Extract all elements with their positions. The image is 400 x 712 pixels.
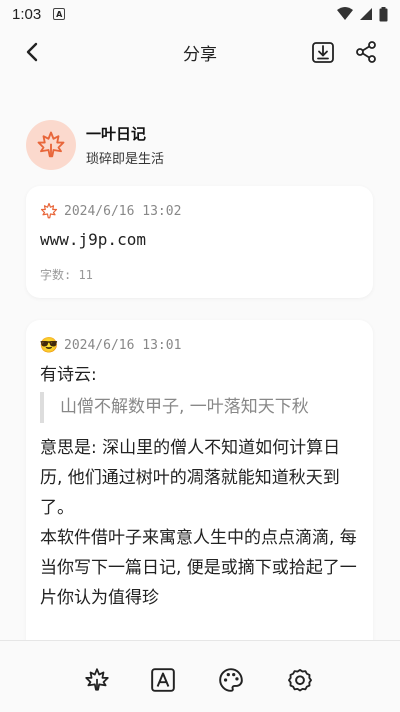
- entry-paragraph: 本软件借叶子来寓意人生中的点点滴滴, 每当你写下一篇日记, 便是或摘下或拾起了一…: [40, 528, 357, 608]
- palette-icon: [219, 668, 243, 692]
- avatar: [26, 120, 76, 170]
- entry-date: 2024/6/16 13:02: [64, 203, 182, 219]
- app-bar: 分享: [0, 28, 400, 76]
- status-icons: [337, 6, 388, 22]
- wifi-icon: [337, 7, 353, 20]
- save-image-button[interactable]: [309, 38, 337, 66]
- entry-date: 2024/6/16 13:01: [64, 337, 182, 353]
- entry-meta: 😎 2024/6/16 13:01: [39, 336, 182, 354]
- battery-icon: [379, 6, 388, 21]
- status-time: 1:03: [12, 5, 42, 23]
- entry-meta: 2024/6/16 13:02: [40, 202, 181, 220]
- entry-quote: 山僧不解数甲子, 一叶落知天下秋: [40, 392, 362, 423]
- status-bar: 1:03 A: [0, 0, 400, 28]
- diary-entry-card[interactable]: 😎 2024/6/16 13:01 有诗云: 山僧不解数甲子, 一叶落知天下秋 …: [26, 320, 373, 640]
- profile-header: 一叶日记 琐碎即是生活: [26, 120, 164, 170]
- mood-emoji: 😎: [39, 336, 59, 354]
- app-slogan: 琐碎即是生活: [86, 152, 165, 167]
- share-content[interactable]: 一叶日记 琐碎即是生活 2024/6/16 13:02 www.j9p.com …: [0, 76, 400, 640]
- share-icon: [356, 41, 376, 63]
- entry-paragraph: 意思是: 深山里的僧人不知道如何计算日历, 他们通过树叶的凋落就能知道秋天到了。: [40, 438, 341, 518]
- entry-intro: 有诗云:: [40, 365, 97, 385]
- entry-body: 有诗云: 山僧不解数甲子, 一叶落知天下秋 意思是: 深山里的僧人不知道如何计算…: [40, 360, 362, 613]
- share-button[interactable]: [352, 38, 380, 66]
- app-name: 一叶日记: [86, 125, 147, 143]
- download-icon: [312, 42, 334, 63]
- notification-icon: A: [53, 8, 66, 20]
- cellular-icon: [360, 8, 372, 20]
- settings-button[interactable]: [285, 665, 315, 695]
- font-icon: [151, 668, 175, 692]
- color-palette-button[interactable]: [216, 665, 246, 695]
- maple-leaf-icon: [85, 668, 109, 691]
- page-title: 分享: [183, 44, 217, 65]
- entry-text: www.j9p.com: [40, 230, 146, 249]
- maple-leaf-icon: [40, 202, 58, 220]
- gear-icon: [288, 669, 312, 692]
- leaf-theme-button[interactable]: [82, 665, 112, 695]
- maple-leaf-icon: [37, 131, 65, 158]
- diary-entry-card[interactable]: 2024/6/16 13:02 www.j9p.com 字数: 11: [26, 186, 373, 298]
- font-button[interactable]: [148, 665, 178, 695]
- bottom-toolbar: [0, 641, 400, 712]
- entry-word-count: 字数: 11: [40, 268, 93, 282]
